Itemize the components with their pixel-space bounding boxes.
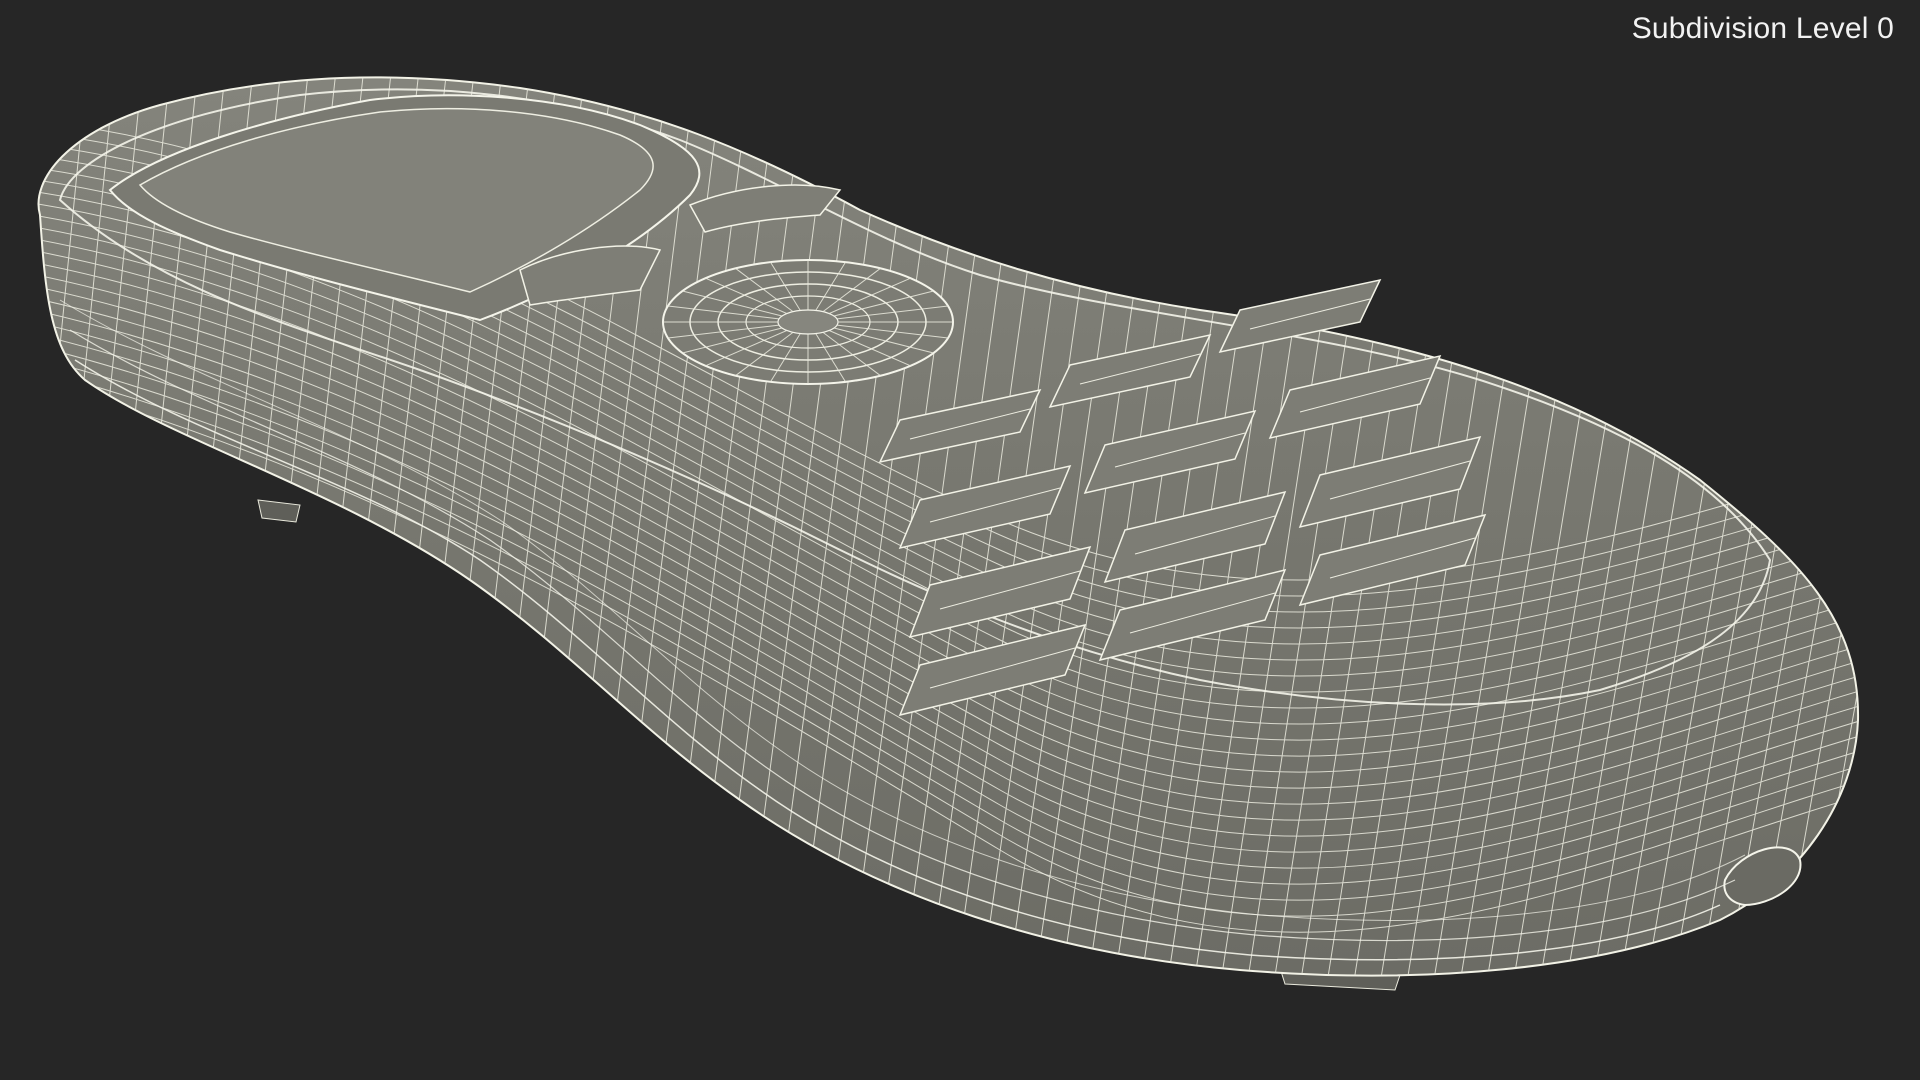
mesh-edge-transverse (1818, 77, 1859, 976)
mesh-edge-transverse (1791, 77, 1859, 976)
nav-dial-center (777, 309, 839, 335)
mesh-edge-transverse (1765, 77, 1859, 976)
subdivision-level-label: Subdivision Level 0 (1631, 12, 1894, 45)
underside-foot (257, 499, 301, 523)
render-viewport: Subdivision Level 0 (0, 0, 1920, 1080)
remote-wireframe-model (37, 76, 1860, 991)
mesh-edge-transverse (1844, 77, 1859, 976)
